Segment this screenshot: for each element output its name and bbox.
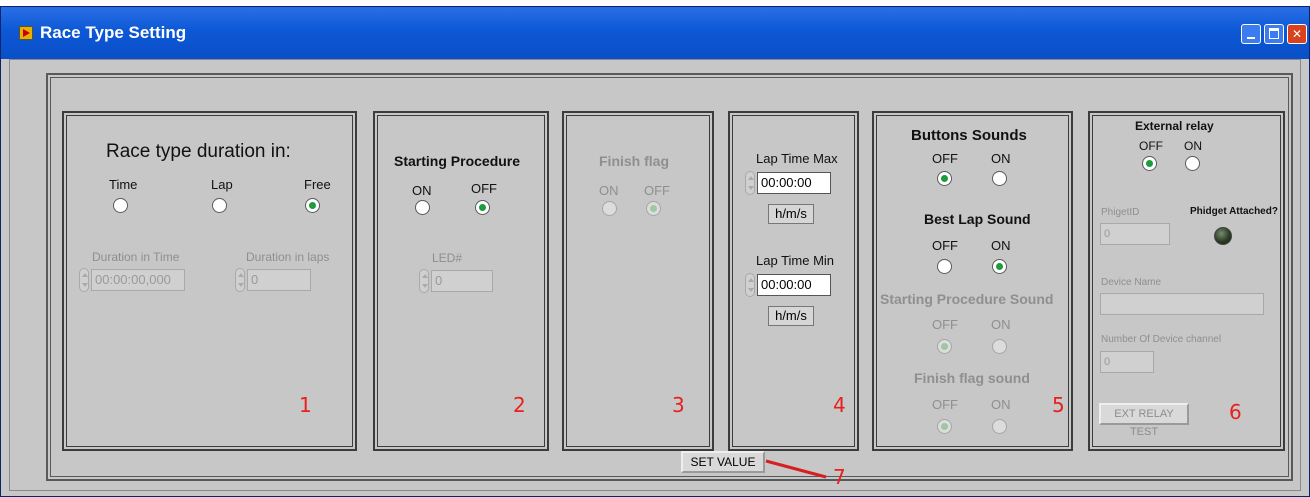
finish-flag-sound-heading: Finish flag sound: [914, 370, 1030, 386]
close-icon: ✕: [1291, 27, 1303, 41]
duration-laps-label: Duration in laps: [246, 250, 330, 264]
lap-time-max-label: Lap Time Max: [756, 151, 838, 166]
radio-finish-sound-off[interactable]: [937, 419, 952, 434]
device-channel-label: Number Of Device channel: [1101, 334, 1222, 345]
buttons-sounds-off-label: OFF: [932, 151, 958, 166]
radio-starting-on[interactable]: [415, 200, 430, 215]
title-bar[interactable]: Race Type Setting ✕: [1, 7, 1309, 59]
radio-buttons-sounds-off[interactable]: [937, 171, 952, 186]
panel-number-3: 3: [672, 393, 685, 417]
window-title: Race Type Setting: [40, 23, 187, 42]
minimize-icon: [1247, 37, 1255, 39]
panel-number-4: 4: [833, 393, 846, 417]
option-time-label: Time: [109, 177, 138, 192]
settings-frame: Race type duration in: Time Lap Free Dur…: [46, 73, 1293, 489]
annotation-arrow-line: [765, 459, 827, 479]
starting-procedure-panel: Starting Procedure ON OFF LED# 0 2: [373, 111, 549, 451]
phidget-id-field[interactable]: 0: [1100, 223, 1170, 245]
minimize-button[interactable]: [1241, 24, 1261, 44]
close-button[interactable]: ✕: [1287, 24, 1307, 44]
starting-sound-off-label: OFF: [932, 317, 958, 332]
relay-off-label: OFF: [1139, 139, 1163, 153]
lap-time-max-stepper[interactable]: [745, 171, 755, 195]
client-area: Race type duration in: Time Lap Free Dur…: [9, 59, 1301, 491]
duration-laps-field[interactable]: 0: [247, 269, 311, 291]
phidget-id-label: PhigetID: [1101, 207, 1140, 218]
radio-finish-sound-on[interactable]: [992, 419, 1007, 434]
sounds-panel: Buttons Sounds OFF ON Best Lap Sound OFF…: [872, 111, 1073, 451]
panel-number-5: 5: [1052, 393, 1065, 417]
finish-flag-heading: Finish flag: [599, 153, 669, 169]
starting-procedure-heading: Starting Procedure: [394, 153, 521, 169]
panel-number-2: 2: [513, 393, 526, 417]
radio-starting-off[interactable]: [475, 200, 490, 215]
starting-sound-on-label: ON: [991, 317, 1011, 332]
led-number-stepper[interactable]: [419, 269, 429, 293]
finish-sound-off-label: OFF: [932, 397, 958, 412]
radio-buttons-sounds-on[interactable]: [992, 171, 1007, 186]
starting-procedure-sound-heading: Starting Procedure Sound: [880, 291, 1054, 307]
option-lap-label: Lap: [211, 177, 233, 192]
radio-relay-off[interactable]: [1142, 156, 1157, 171]
panel-number-6: 6: [1229, 400, 1242, 424]
radio-lap[interactable]: [212, 198, 227, 213]
race-type-setting-window: Race Type Setting ✕ Race type duration i…: [0, 6, 1310, 497]
duration-time-field[interactable]: 00:00:00,000: [91, 269, 185, 291]
race-duration-heading: Race type duration in:: [106, 141, 291, 162]
lap-time-max-field[interactable]: 00:00:00: [757, 172, 831, 194]
starting-procedure-on-label: ON: [412, 183, 432, 198]
phidget-attached-label: Phidget Attached?: [1190, 206, 1278, 217]
finish-sound-on-label: ON: [991, 397, 1011, 412]
lap-time-max-unit[interactable]: h/m/s: [768, 204, 814, 224]
duration-laps-stepper[interactable]: [235, 268, 245, 292]
radio-free[interactable]: [305, 198, 320, 213]
panel-number-1: 1: [299, 393, 312, 417]
best-lap-off-label: OFF: [932, 238, 958, 253]
lap-time-panel: Lap Time Max 00:00:00 h/m/s Lap Time Min…: [728, 111, 859, 451]
led-number-label: LED#: [432, 251, 463, 265]
radio-time[interactable]: [113, 198, 128, 213]
maximize-button[interactable]: [1264, 24, 1284, 44]
finish-flag-off-label: OFF: [644, 183, 670, 198]
ext-relay-test-button[interactable]: EXT RELAY TEST: [1099, 403, 1189, 438]
labview-app-icon: [19, 26, 33, 40]
buttons-sounds-heading: Buttons Sounds: [911, 127, 1027, 144]
external-relay-heading: External relay: [1135, 119, 1214, 133]
annotation-number-7: 7: [833, 465, 846, 489]
radio-starting-sound-on[interactable]: [992, 339, 1007, 354]
maximize-icon: [1269, 28, 1279, 39]
radio-best-lap-off[interactable]: [937, 259, 952, 274]
best-lap-on-label: ON: [991, 238, 1011, 253]
buttons-sounds-on-label: ON: [991, 151, 1011, 166]
best-lap-sound-heading: Best Lap Sound: [924, 211, 1031, 227]
phidget-attached-led-icon: [1214, 227, 1232, 245]
starting-procedure-off-label: OFF: [471, 181, 497, 196]
radio-best-lap-on[interactable]: [992, 259, 1007, 274]
set-value-button[interactable]: SET VALUE: [681, 451, 765, 473]
device-channel-field[interactable]: 0: [1100, 351, 1154, 373]
lap-time-min-stepper[interactable]: [745, 273, 755, 297]
finish-flag-on-label: ON: [599, 183, 619, 198]
led-number-field[interactable]: 0: [431, 270, 493, 292]
lap-time-min-unit[interactable]: h/m/s: [768, 306, 814, 326]
duration-time-label: Duration in Time: [92, 250, 180, 264]
device-name-label: Device Name: [1101, 277, 1162, 288]
option-free-label: Free: [304, 177, 331, 192]
race-duration-panel: Race type duration in: Time Lap Free Dur…: [62, 111, 357, 451]
radio-starting-sound-off[interactable]: [937, 339, 952, 354]
radio-finish-off[interactable]: [646, 201, 661, 216]
finish-flag-panel: Finish flag ON OFF 3: [562, 111, 714, 451]
radio-finish-on[interactable]: [602, 201, 617, 216]
duration-time-stepper[interactable]: [79, 268, 89, 292]
relay-on-label: ON: [1184, 139, 1202, 153]
lap-time-min-label: Lap Time Min: [756, 253, 835, 268]
external-relay-panel: External relay OFF ON PhigetID Phidget A…: [1088, 111, 1285, 451]
device-name-field[interactable]: [1100, 293, 1264, 315]
radio-relay-on[interactable]: [1185, 156, 1200, 171]
lap-time-min-field[interactable]: 00:00:00: [757, 274, 831, 296]
